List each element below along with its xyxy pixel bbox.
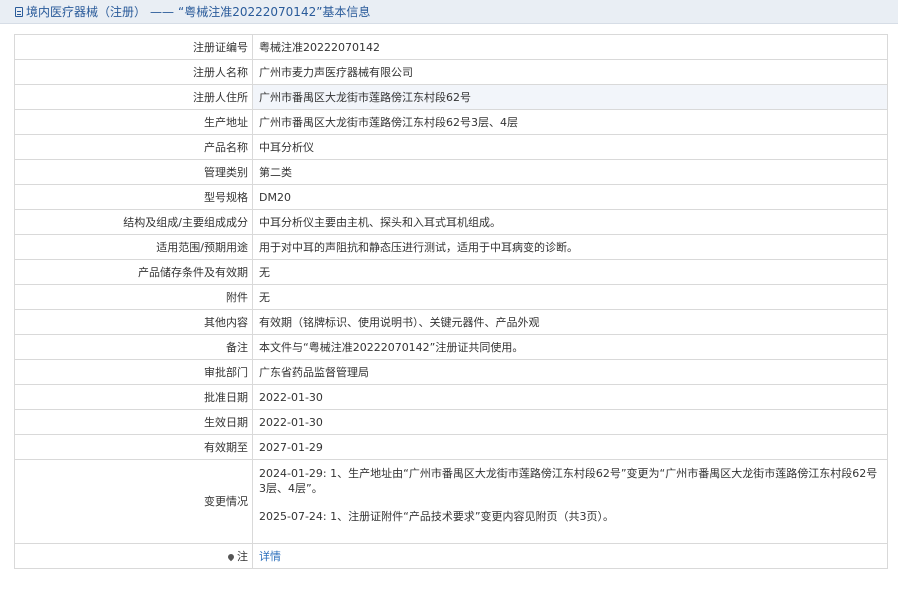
header-section: 境内医疗器械（注册） [26,5,147,19]
table-row: 适用范围/预期用途 用于对中耳的声阻抗和静态压进行测试，适用于中耳病变的诊断。 [14,234,888,260]
row-value: 无 [252,284,888,310]
changes-row: 变更情况 2024-01-29: 1、生产地址由“广州市番禺区大龙街市莲路傍江东… [14,459,888,544]
row-value: 中耳分析仪主要由主机、探头和入耳式耳机组成。 [252,209,888,235]
row-value: 中耳分析仪 [252,134,888,160]
table-row: 产品名称 中耳分析仪 [14,134,888,160]
table-row: 注册人名称 广州市麦力声医疗器械有限公司 [14,59,888,85]
row-label: 适用范围/预期用途 [14,234,253,260]
row-label: 型号规格 [14,184,253,210]
header-title: “粤械注准20222070142”基本信息 [178,5,371,19]
row-label: 产品储存条件及有效期 [14,259,253,285]
note-value: 详情 [252,543,888,569]
note-label: 注 [237,549,248,563]
note-label-cell: 注 [14,543,253,569]
changes-value: 2024-01-29: 1、生产地址由“广州市番禺区大龙街市莲路傍江东村段62号… [252,459,888,544]
row-value: 广州市麦力声医疗器械有限公司 [252,59,888,85]
row-label: 注册人名称 [14,59,253,85]
table-row: 备注 本文件与“粤械注准20222070142”注册证共同使用。 [14,334,888,360]
row-value: 无 [252,259,888,285]
row-value: 粤械注准20222070142 [252,34,888,60]
row-value: 广州市番禺区大龙街市莲路傍江东村段62号3层、4层 [252,109,888,135]
table-row: 附件无 [14,284,888,310]
row-value: 2022-01-30 [252,409,888,435]
change-entry: 2024-01-29: 1、生产地址由“广州市番禺区大龙街市莲路傍江东村段62号… [259,467,878,495]
changes-label: 变更情况 [14,459,253,544]
row-value: 用于对中耳的声阻抗和静态压进行测试，适用于中耳病变的诊断。 [252,234,888,260]
row-label: 备注 [14,334,253,360]
row-value: 第二类 [252,159,888,185]
table-row: 生产地址 广州市番禺区大龙街市莲路傍江东村段62号3层、4层 [14,109,888,135]
row-value: 有效期（铭牌标识、使用说明书）、关键元器件、产品外观 [252,309,888,335]
note-row: 注 详情 [14,543,888,569]
row-value: 本文件与“粤械注准20222070142”注册证共同使用。 [252,334,888,360]
table-row: 批准日期 2022-01-30 [14,384,888,410]
row-label: 产品名称 [14,134,253,160]
row-label: 生效日期 [14,409,253,435]
table-row: 其他内容 有效期（铭牌标识、使用说明书）、关键元器件、产品外观 [14,309,888,335]
row-value: 广东省药品监督管理局 [252,359,888,385]
row-value: DM20 [252,184,888,210]
table-row: 结构及组成/主要组成成分 中耳分析仪主要由主机、探头和入耳式耳机组成。 [14,209,888,235]
change-entry: 2025-07-24: 1、注册证附件“产品技术要求”变更内容见附页（共3页）。 [259,510,615,523]
row-label: 结构及组成/主要组成成分 [14,209,253,235]
table-row: 注册人住所 广州市番禺区大龙街市莲路傍江东村段62号 [14,84,888,110]
row-label: 批准日期 [14,384,253,410]
row-label: 其他内容 [14,309,253,335]
table-row: 产品储存条件及有效期无 [14,259,888,285]
row-label: 附件 [14,284,253,310]
table-row: 管理类别 第二类 [14,159,888,185]
row-label: 管理类别 [14,159,253,185]
row-label: 生产地址 [14,109,253,135]
row-label: 有效期至 [14,434,253,460]
map-pin-icon [226,552,236,561]
row-value: 广州市番禺区大龙街市莲路傍江东村段62号 [252,84,888,110]
page-header: 境内医疗器械（注册） —— “粤械注准20222070142”基本信息 [0,0,898,24]
document-icon [15,6,23,17]
header-separator: —— [150,4,175,19]
row-value: 2022-01-30 [252,384,888,410]
info-table: 注册证编号 粤械注准20222070142 注册人名称 广州市麦力声医疗器械有限公司… [14,34,888,569]
table-row: 有效期至 2027-01-29 [14,434,888,460]
table-row: 生效日期 2022-01-30 [14,409,888,435]
row-label: 注册人住所 [14,84,253,110]
row-label: 审批部门 [14,359,253,385]
table-row: 型号规格 DM20 [14,184,888,210]
table-row: 审批部门 广东省药品监督管理局 [14,359,888,385]
row-value: 2027-01-29 [252,434,888,460]
row-label: 注册证编号 [14,34,253,60]
details-link[interactable]: 详情 [259,550,281,563]
table-row: 注册证编号 粤械注准20222070142 [14,34,888,60]
